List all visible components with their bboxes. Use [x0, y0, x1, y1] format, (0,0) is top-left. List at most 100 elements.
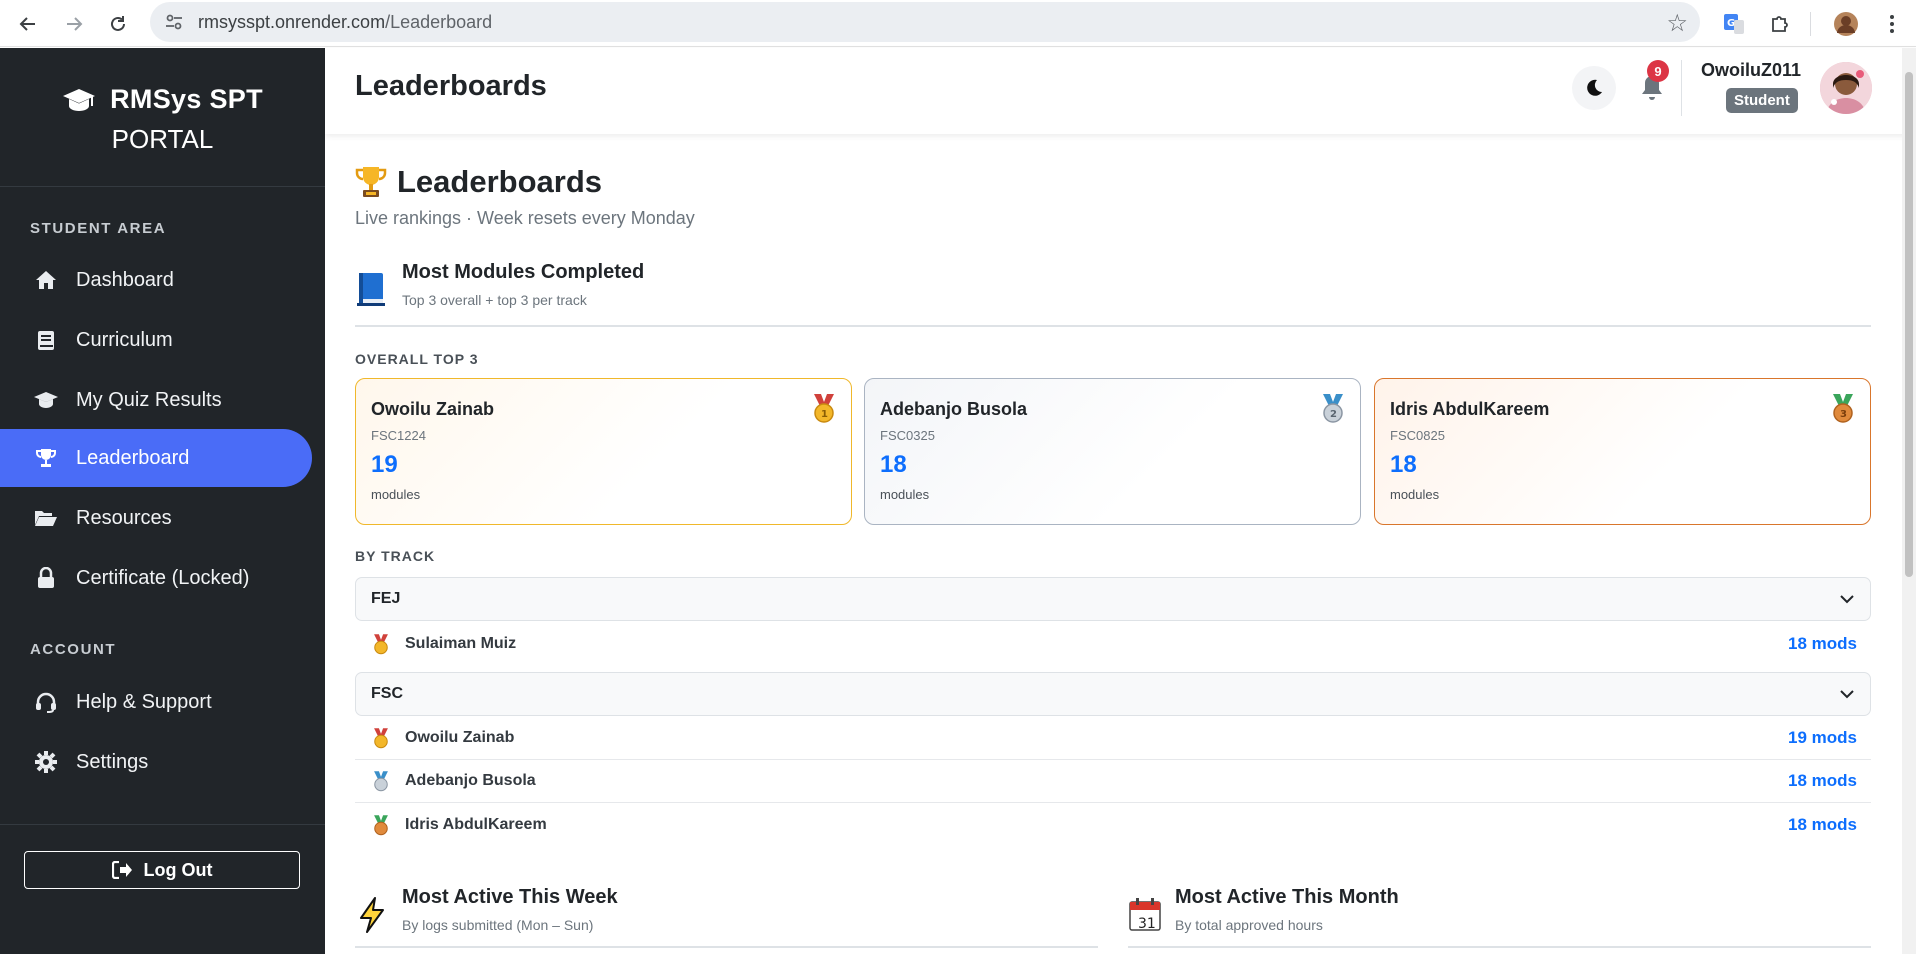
home-icon — [34, 268, 58, 292]
brand-name: RMSys SPT — [110, 84, 263, 114]
week-section-subtitle: By logs submitted (Mon – Sun) — [402, 917, 594, 933]
headset-icon — [34, 690, 58, 714]
leader-name: Adebanjo Busola — [880, 399, 1028, 419]
folder-open-icon — [34, 506, 58, 530]
toolbar-divider — [1810, 12, 1811, 36]
leader-card-third: Idris AbdulKareem FSC0825 18 modules 3 — [1374, 378, 1871, 525]
track-name: FSC — [371, 685, 403, 702]
leader-code: FSC1224 — [371, 428, 426, 443]
modules-section-title: Most Modules Completed — [402, 261, 645, 283]
sidebar-item-label: Leaderboard — [76, 446, 190, 469]
leader-code: FSC0825 — [1390, 428, 1445, 443]
sidebar-item-settings[interactable]: Settings — [0, 733, 312, 791]
chevron-down-icon — [1840, 690, 1854, 699]
month-section-subtitle: By total approved hours — [1175, 917, 1323, 933]
url-path: /Leaderboard — [385, 12, 493, 32]
track-row-value: 19 mods — [1788, 728, 1857, 747]
translate-extension-icon[interactable]: G — [1716, 6, 1752, 42]
logout-label: Log Out — [143, 859, 213, 880]
sidebar-item-dashboard[interactable]: Dashboard — [0, 251, 312, 309]
gold-medal-icon — [374, 633, 388, 654]
track-row-name: Idris AbdulKareem — [405, 815, 547, 833]
profile-avatar-icon[interactable] — [1828, 6, 1864, 42]
site-settings-icon[interactable] — [164, 12, 184, 32]
track-row-value: 18 mods — [1788, 814, 1857, 834]
sidebar-item-quiz-results[interactable]: My Quiz Results — [0, 371, 312, 429]
reload-icon[interactable] — [100, 6, 136, 42]
track-row: Idris AbdulKareem 18 mods — [355, 803, 1871, 846]
gold-medal-icon: 1 — [814, 394, 834, 423]
trophy-icon — [34, 446, 58, 470]
logout-button[interactable]: Log Out — [24, 851, 300, 889]
sidebar-item-label: My Quiz Results — [76, 388, 222, 411]
browser-toolbar: rmsysspt.onrender.com/Leaderboard ☆ G — [0, 0, 1916, 47]
month-section-header: 31 Most Active This Month By total appro… — [1128, 886, 1399, 946]
track-name: FEJ — [371, 590, 401, 607]
avatar[interactable] — [1820, 62, 1872, 114]
bronze-medal-icon — [374, 814, 388, 835]
extensions-puzzle-icon[interactable] — [1762, 6, 1798, 42]
month-section-divider — [1128, 946, 1871, 948]
silver-medal-icon — [374, 771, 388, 792]
back-arrow-icon[interactable] — [10, 6, 46, 42]
header-divider — [1681, 60, 1682, 116]
leaderboards-heading: Leaderboards — [355, 164, 602, 200]
track-row: Adebanjo Busola 18 mods — [355, 760, 1871, 803]
theme-toggle-button[interactable] — [1572, 66, 1616, 110]
address-bar[interactable]: rmsysspt.onrender.com/Leaderboard ☆ — [150, 2, 1700, 42]
bookmark-star-icon[interactable]: ☆ — [1666, 9, 1688, 38]
url-host: rmsysspt.onrender.com — [198, 12, 386, 32]
gold-medal-icon — [374, 728, 388, 749]
graduation-cap-icon — [34, 388, 58, 412]
svg-text:G: G — [1727, 18, 1735, 29]
section-label-student: STUDENT AREA — [30, 220, 167, 237]
sidebar-item-resources[interactable]: Resources — [0, 489, 312, 547]
book-icon — [34, 328, 58, 352]
week-section-divider — [355, 946, 1098, 948]
svg-text:3: 3 — [1840, 409, 1847, 420]
sidebar-item-label: Curriculum — [76, 328, 173, 351]
page-title: Leaderboards — [355, 70, 547, 102]
track-accordion-fsc[interactable]: FSC — [355, 672, 1871, 716]
leader-value: 18 — [880, 451, 907, 478]
browser-menu-icon[interactable] — [1874, 6, 1910, 42]
blue-book-icon — [357, 273, 385, 306]
track-row-name: Owoilu Zainab — [405, 729, 515, 746]
silver-medal-icon: 2 — [1323, 394, 1343, 423]
notification-count-badge: 9 — [1647, 60, 1669, 82]
track-row-value: 18 mods — [1788, 633, 1857, 653]
track-row-name: Sulaiman Muiz — [405, 634, 517, 652]
sidebar: RMSys SPT PORTAL STUDENT AREA Dashboard … — [0, 48, 325, 954]
lock-icon — [34, 566, 58, 590]
leader-card-first: Owoilu Zainab FSC1224 19 modules 1 — [355, 378, 852, 525]
track-accordion-fej[interactable]: FEJ — [355, 577, 1871, 621]
sidebar-item-label: Dashboard — [76, 268, 174, 291]
chevron-down-icon — [1840, 595, 1854, 604]
sidebar-item-label: Help & Support — [76, 690, 212, 713]
leader-card-second: Adebanjo Busola FSC0325 18 modules 2 — [864, 378, 1361, 525]
trophy-emoji-icon — [355, 167, 387, 197]
section-label-account: ACCOUNT — [30, 641, 117, 658]
forward-arrow-icon[interactable] — [56, 6, 92, 42]
sidebar-item-curriculum[interactable]: Curriculum — [0, 311, 312, 369]
sidebar-item-help[interactable]: Help & Support — [0, 673, 312, 731]
graduation-cap-logo-icon — [63, 88, 96, 111]
leader-code: FSC0325 — [880, 428, 935, 443]
track-row: Owoilu Zainab 19 mods — [355, 717, 1871, 760]
leader-unit: modules — [880, 487, 930, 502]
leader-unit: modules — [1390, 487, 1440, 502]
svg-text:1: 1 — [821, 409, 828, 420]
leaderboards-title: Leaderboards — [397, 164, 603, 199]
url-text: rmsysspt.onrender.com/Leaderboard — [198, 12, 492, 33]
modules-section-subtitle: Top 3 overall + top 3 per track — [402, 292, 587, 308]
sidebar-item-certificate[interactable]: Certificate (Locked) — [0, 549, 312, 607]
sidebar-item-leaderboard[interactable]: Leaderboard — [0, 429, 312, 487]
moon-icon — [1587, 79, 1602, 96]
role-badge: Student — [1726, 88, 1798, 113]
page-scrollbar-thumb[interactable] — [1905, 72, 1913, 577]
sign-out-icon — [111, 861, 132, 879]
by-track-label: BY TRACK — [355, 548, 436, 564]
track-row: Sulaiman Muiz 18 mods — [355, 622, 1871, 665]
user-name: OwoiluZ011 — [1701, 60, 1802, 80]
week-section-header: Most Active This Week By logs submitted … — [355, 886, 618, 946]
